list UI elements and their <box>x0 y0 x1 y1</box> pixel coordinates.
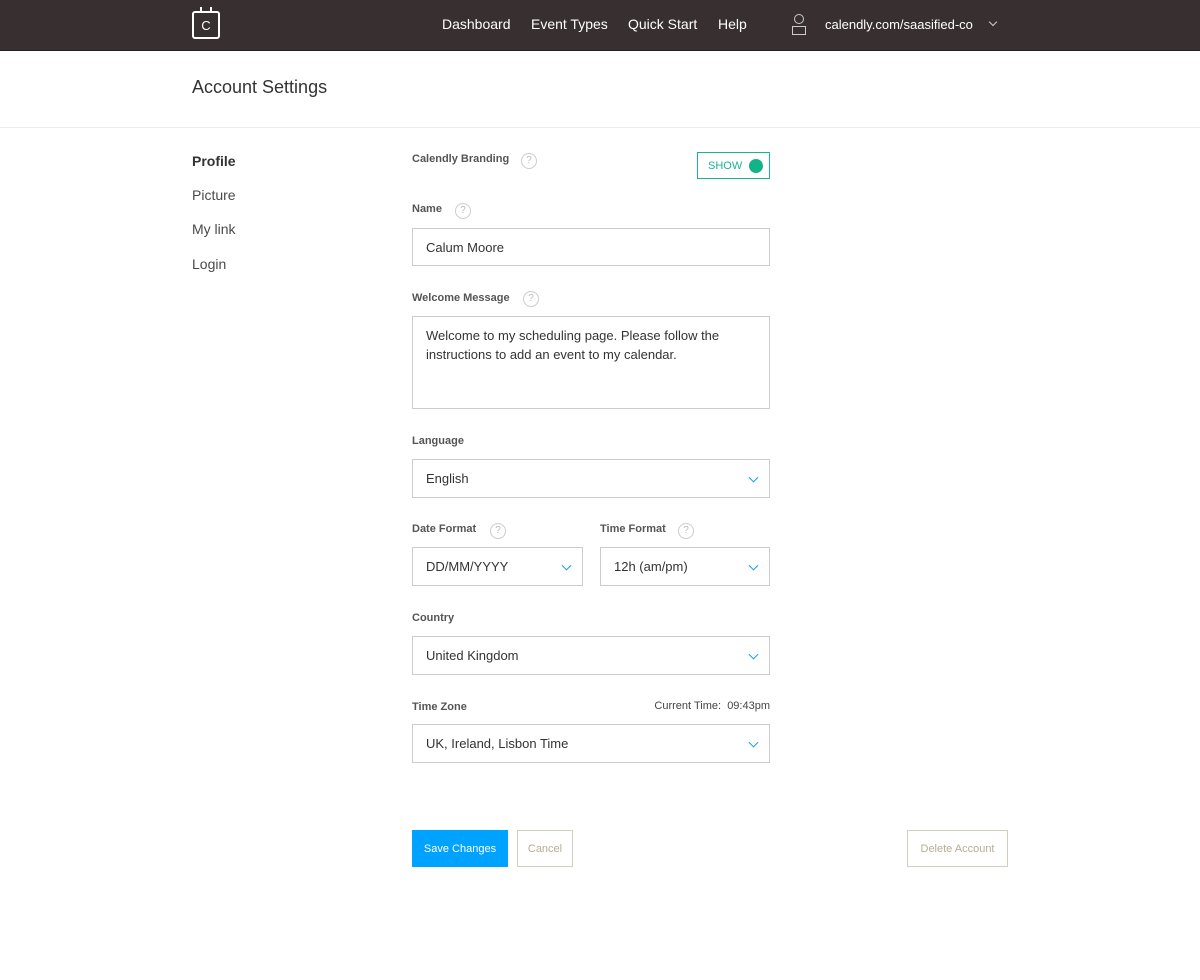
divider <box>0 127 1200 128</box>
user-icon[interactable] <box>792 14 806 36</box>
time-format-value: 12h (am/pm) <box>614 559 688 574</box>
sidebar-item-picture[interactable]: Picture <box>192 187 236 203</box>
country-select[interactable]: United Kingdom <box>412 636 770 675</box>
chevron-down-icon <box>748 560 759 571</box>
date-format-label: Date Format <box>412 523 477 535</box>
country-label: Country <box>412 612 455 624</box>
branding-label: Calendly Branding <box>412 153 510 165</box>
name-label: Name <box>412 203 442 215</box>
top-navigation-bar: C Dashboard Event Types Quick Start Help… <box>0 0 1200 51</box>
welcome-label: Welcome Message <box>412 292 510 304</box>
chevron-down-icon <box>748 737 759 748</box>
help-icon[interactable]: ? <box>523 291 539 307</box>
language-select[interactable]: English <box>412 459 770 498</box>
chevron-down-icon[interactable] <box>988 17 998 27</box>
current-time-value: 09:43pm <box>727 700 770 712</box>
page-title: Account Settings <box>192 77 328 97</box>
language-value: English <box>426 471 469 486</box>
name-input[interactable]: Calum Moore <box>412 228 770 266</box>
nav-event-types[interactable]: Event Types <box>531 16 608 32</box>
chevron-down-icon <box>748 649 759 660</box>
nav-help[interactable]: Help <box>718 16 747 32</box>
help-icon[interactable]: ? <box>455 203 471 219</box>
help-icon[interactable]: ? <box>521 153 537 169</box>
delete-account-button[interactable]: Delete Account <box>907 830 1008 867</box>
timezone-value: UK, Ireland, Lisbon Time <box>426 736 569 751</box>
chevron-down-icon <box>748 472 759 483</box>
help-icon[interactable]: ? <box>678 523 694 539</box>
branding-toggle[interactable]: SHOW <box>697 152 770 179</box>
nav-quick-start[interactable]: Quick Start <box>628 16 697 32</box>
chevron-down-icon <box>561 560 572 571</box>
time-format-label: Time Format <box>600 523 666 535</box>
toggle-knob <box>749 159 763 173</box>
account-menu[interactable]: calendly.com/saasified-co <box>825 17 973 32</box>
date-format-value: DD/MM/YYYY <box>426 559 509 574</box>
current-time-label: Current Time: <box>654 700 722 712</box>
nav-dashboard[interactable]: Dashboard <box>442 16 511 32</box>
help-icon[interactable]: ? <box>490 523 506 539</box>
sidebar-item-my-link[interactable]: My link <box>192 221 236 237</box>
current-time: Current Time: 09:43pm <box>654 700 770 712</box>
date-format-select[interactable]: DD/MM/YYYY <box>412 547 583 586</box>
calendly-logo-icon[interactable]: C <box>192 7 220 39</box>
timezone-label: Time Zone <box>412 701 467 713</box>
country-value: United Kingdom <box>426 648 519 663</box>
sidebar-item-profile[interactable]: Profile <box>192 153 236 169</box>
toggle-label: SHOW <box>708 159 743 172</box>
time-format-select[interactable]: 12h (am/pm) <box>600 547 770 586</box>
cancel-button[interactable]: Cancel <box>517 830 573 867</box>
save-changes-button[interactable]: Save Changes <box>412 830 508 867</box>
language-label: Language <box>412 435 464 447</box>
timezone-select[interactable]: UK, Ireland, Lisbon Time <box>412 724 770 763</box>
sidebar-item-login[interactable]: Login <box>192 256 226 272</box>
welcome-textarea[interactable]: Welcome to my scheduling page. Please fo… <box>412 316 770 409</box>
